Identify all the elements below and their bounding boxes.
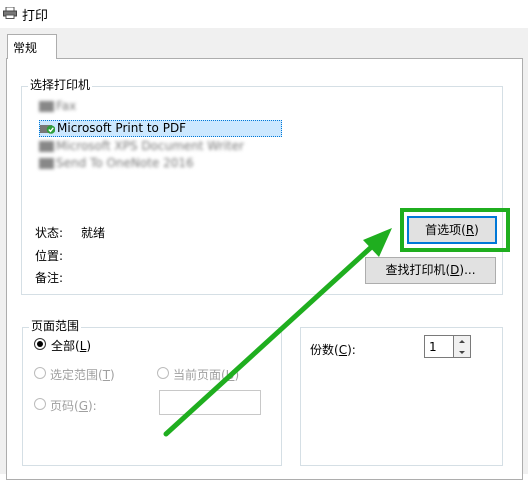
status-label: 状态:	[35, 226, 64, 240]
page-range-label: 页面范围	[29, 317, 82, 334]
pages-input[interactable]	[159, 390, 261, 415]
default-printer-check-icon	[40, 125, 55, 134]
location-label: 位置:	[35, 249, 64, 263]
select-printer-label: 选择打印机	[28, 76, 93, 93]
window-title: 打印	[22, 9, 49, 24]
printer-item-xps[interactable]: Microsoft XPS Document Writer	[39, 139, 269, 154]
title-bar	[0, 0, 528, 28]
range-current-page-radio[interactable]	[157, 367, 169, 379]
range-selection-radio[interactable]	[34, 367, 46, 379]
find-printer-button[interactable]: 查找打印机(D)...	[365, 257, 496, 284]
range-current-page-label: 当前页面(U)	[173, 368, 240, 382]
copies-input[interactable]: 1	[424, 335, 454, 358]
range-all-radio[interactable]	[34, 338, 46, 350]
printer-item-onenote[interactable]: Send To OneNote 2016	[39, 156, 199, 171]
range-pages-label: 页码(G):	[50, 399, 97, 413]
printer-icon	[3, 7, 17, 19]
chevron-down-icon[interactable]	[454, 347, 470, 358]
chevron-up-icon[interactable]	[454, 336, 470, 347]
copies-spinner[interactable]	[454, 335, 471, 358]
comment-label: 备注:	[35, 271, 64, 285]
tab-general-label: 常规	[13, 41, 38, 55]
printer-item-pdf[interactable]: Microsoft Print to PDF	[39, 120, 282, 137]
range-all-label: 全部(L)	[51, 339, 92, 353]
highlight-box	[400, 208, 510, 252]
printer-item-fax[interactable]: Fax	[39, 99, 159, 114]
range-selection-label: 选定范围(T)	[50, 368, 115, 382]
range-pages-radio[interactable]	[34, 398, 46, 410]
fax-icon	[39, 101, 54, 112]
copies-label: 份数(C):	[310, 343, 356, 357]
printer-icon	[39, 141, 54, 152]
status-value: 就绪	[81, 226, 106, 240]
printer-icon	[39, 158, 54, 169]
